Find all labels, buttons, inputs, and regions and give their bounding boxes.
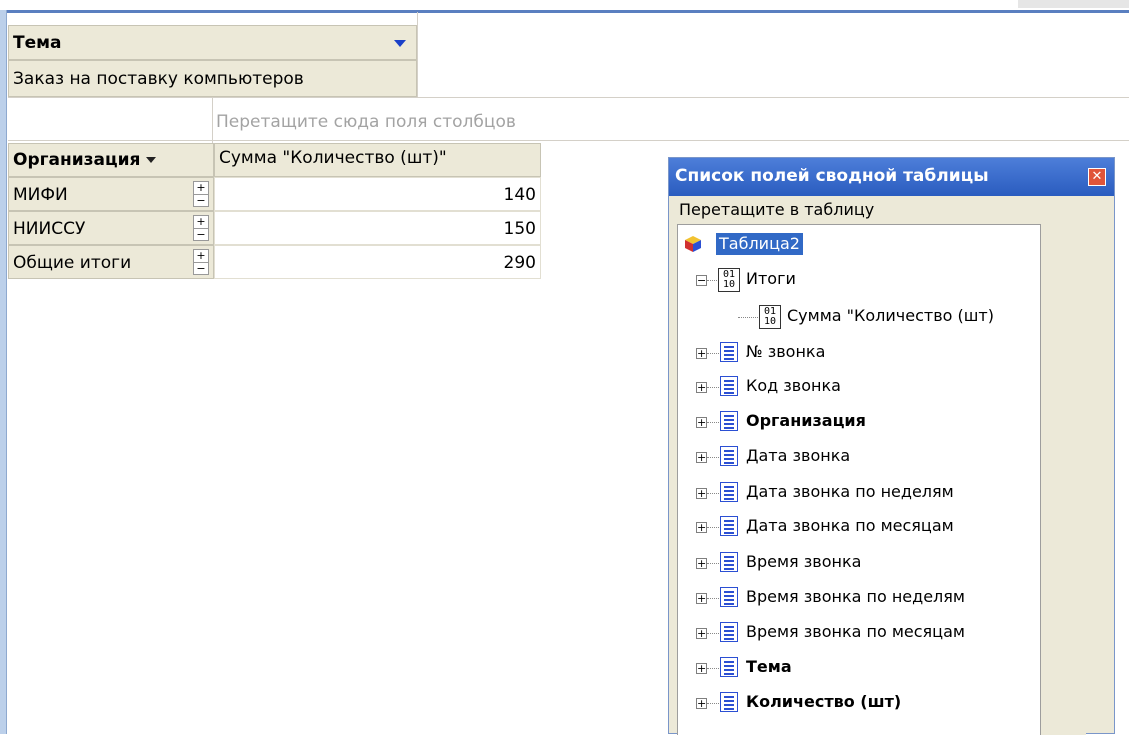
expand-icon[interactable]: + <box>696 628 707 639</box>
tree-totals-item-label: Сумма "Количество (шт) <box>787 306 994 325</box>
window-left-border <box>0 10 7 734</box>
tree-field-label: Организация <box>746 411 866 430</box>
tree-field-label: Время звонка по неделям <box>746 587 965 606</box>
panel-side-area <box>1041 224 1086 735</box>
tree-field-label: Дата звонка по неделям <box>746 482 954 501</box>
tree-totals-group[interactable]: − 01 10 Итоги <box>696 268 1036 294</box>
expand-collapse-icon[interactable]: + − <box>193 215 209 241</box>
row-field-button[interactable]: Организация <box>8 143 214 177</box>
field-icon <box>720 692 738 712</box>
field-icon <box>720 622 738 642</box>
expand-collapse-icon[interactable]: + − <box>193 249 209 275</box>
expand-icon[interactable]: + <box>696 663 707 674</box>
data-field-header[interactable]: Сумма "Количество (шт)" <box>214 143 541 177</box>
row-value: 150 <box>214 211 541 245</box>
expand-icon[interactable]: + <box>696 382 707 393</box>
tree-connector <box>707 493 719 495</box>
row-label-text: НИИССУ <box>13 219 86 239</box>
filter-value: Заказ на поставку компьютеров <box>8 60 417 97</box>
panel-title-bar[interactable]: Список полей сводной таблицы ✕ <box>669 158 1114 196</box>
totals-icon: 01 10 <box>718 268 740 292</box>
tree-connector <box>707 422 719 424</box>
grid-line <box>8 97 1129 98</box>
row-field-dropdown-icon[interactable] <box>146 157 157 163</box>
tree-connector <box>707 633 719 635</box>
expand-icon[interactable]: + <box>696 417 707 428</box>
tree-field-label: Количество (шт) <box>746 692 902 711</box>
field-icon <box>720 516 738 536</box>
grid-line <box>417 12 418 97</box>
expand-icon[interactable]: + <box>696 558 707 569</box>
filter-field-button[interactable]: Тема <box>8 25 417 60</box>
tree-field-label: Код звонка <box>746 376 841 395</box>
tree-field-label: Дата звонка по месяцам <box>746 516 954 535</box>
grand-total-text: Общие итоги <box>13 253 132 273</box>
close-icon[interactable]: ✕ <box>1088 168 1106 186</box>
panel-title: Список полей сводной таблицы <box>675 166 989 186</box>
tree-totals-label: Итоги <box>746 269 796 288</box>
filter-dropdown-arrow-icon[interactable] <box>394 40 406 47</box>
tree-field-label: Время звонка <box>746 552 862 571</box>
tree-field-label: Тема <box>746 657 792 676</box>
tree-root-label: Таблица2 <box>716 233 803 255</box>
tree-connector <box>707 563 719 565</box>
tree-connector <box>707 668 719 670</box>
tree-field-label: Дата звонка <box>746 446 851 465</box>
tree-field-label: № звонка <box>746 342 826 361</box>
tree-connector <box>707 280 717 282</box>
expand-icon[interactable]: + <box>696 488 707 499</box>
panel-instruction: Перетащите в таблицу <box>679 200 875 219</box>
row-field-label: Организация <box>13 150 141 170</box>
field-icon <box>720 376 738 396</box>
expand-icon[interactable]: + <box>696 698 707 709</box>
cube-icon <box>685 236 701 252</box>
filter-field-label: Тема <box>13 33 62 53</box>
tree-connector <box>707 703 719 705</box>
tree-connector <box>707 598 719 600</box>
expand-icon[interactable]: + <box>696 452 707 463</box>
row-label[interactable]: НИИССУ + − <box>8 211 214 245</box>
field-icon <box>720 446 738 466</box>
row-value: 140 <box>214 177 541 211</box>
field-icon <box>720 657 738 677</box>
expand-icon[interactable]: + <box>696 593 707 604</box>
tree-totals-item[interactable]: 01 10 Сумма "Количество (шт) <box>696 305 1040 331</box>
tree-connector <box>707 353 719 355</box>
window-top-border <box>6 10 1129 13</box>
column-drop-zone[interactable]: Перетащите сюда поля столбцов <box>212 106 912 140</box>
collapse-icon[interactable]: − <box>696 275 707 286</box>
field-tree[interactable]: Таблица2 − 01 10 Итоги 01 10 Сумма "Количе… <box>677 224 1041 735</box>
grand-total-value: 290 <box>214 245 541 279</box>
field-icon <box>720 587 738 607</box>
field-icon <box>720 482 738 502</box>
tree-connector <box>707 527 719 529</box>
row-label-text: МИФИ <box>13 185 68 205</box>
row-label[interactable]: МИФИ + − <box>8 177 214 211</box>
tree-field-label: Время звонка по месяцам <box>746 622 965 641</box>
field-icon <box>720 552 738 572</box>
tree-connector <box>707 387 719 389</box>
top-selection <box>1018 0 1129 8</box>
field-icon <box>720 342 738 362</box>
expand-icon[interactable]: + <box>696 348 707 359</box>
grid-line <box>8 140 1129 141</box>
tree-connector <box>738 317 758 319</box>
pivot-field-list-panel[interactable]: Список полей сводной таблицы ✕ Перетащит… <box>668 157 1115 735</box>
tree-connector <box>707 457 719 459</box>
field-icon <box>720 411 738 431</box>
expand-collapse-icon[interactable]: + − <box>193 181 209 207</box>
grand-total-label[interactable]: Общие итоги + − <box>8 245 214 279</box>
totals-icon: 01 10 <box>759 305 781 329</box>
expand-icon[interactable]: + <box>696 522 707 533</box>
